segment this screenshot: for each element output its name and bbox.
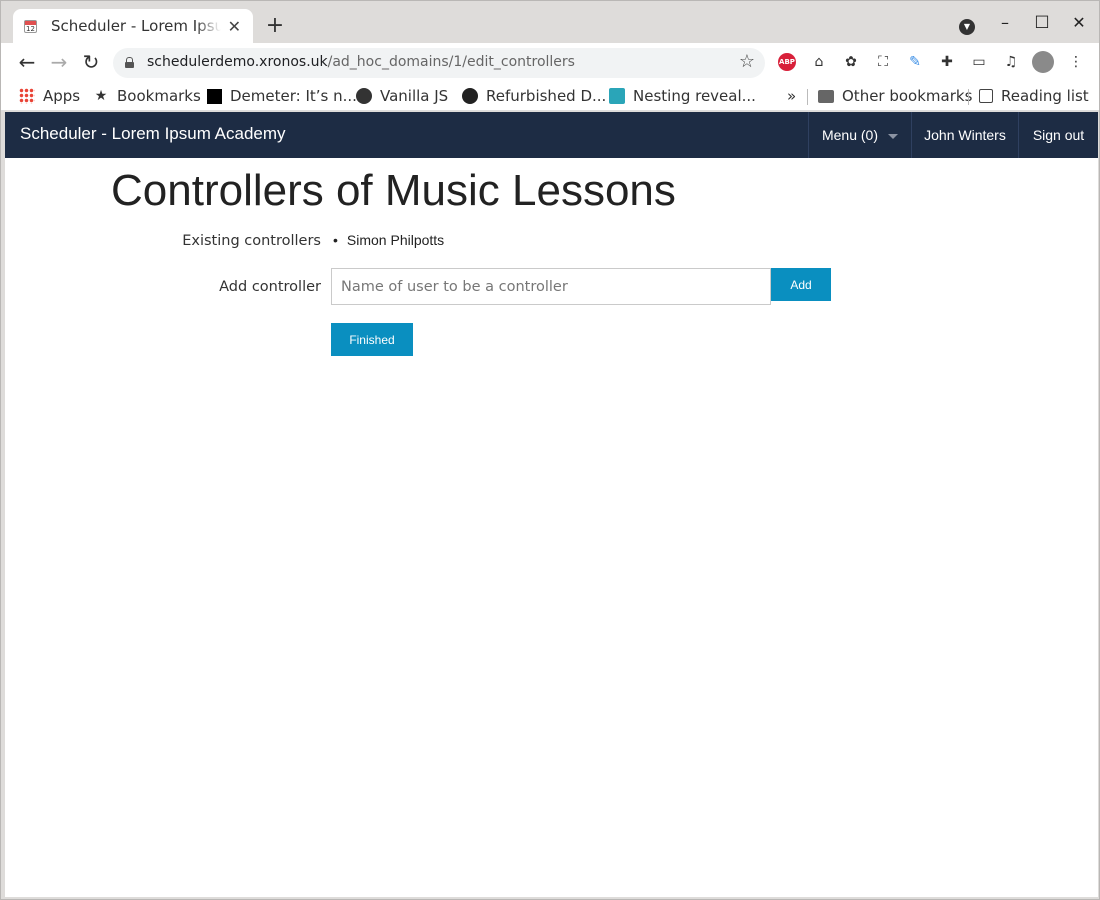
url-text: schedulerdemo.xronos.uk/ad_hoc_domains/1… xyxy=(147,54,575,70)
existing-controllers-label: Existing controllers xyxy=(182,233,321,249)
back-icon[interactable]: ← xyxy=(15,50,39,74)
maximize-icon[interactable]: □ xyxy=(1032,11,1052,30)
new-tab-icon[interactable]: + xyxy=(264,13,286,38)
browser-window: 12 Scheduler - Lorem Ipsum Academy ✕ + ▼… xyxy=(0,0,1100,900)
page-content: Scheduler - Lorem Ipsum Academy Menu (0)… xyxy=(5,112,1098,897)
bookmark-separator xyxy=(968,89,969,105)
tab-title: Scheduler - Lorem Ipsum Academy xyxy=(51,17,221,35)
address-bar[interactable]: schedulerdemo.xronos.uk/ad_hoc_domains/1… xyxy=(113,48,765,78)
sign-out-link[interactable]: Sign out xyxy=(1018,112,1098,158)
app-brand[interactable]: Scheduler - Lorem Ipsum Academy xyxy=(20,124,286,144)
reload-icon[interactable]: ↻ xyxy=(79,50,103,74)
other-bookmarks[interactable]: Other bookmarks xyxy=(818,85,972,107)
media-control-icon[interactable]: ♫ xyxy=(1002,53,1020,71)
apps-grid-icon xyxy=(19,88,35,104)
folder-icon xyxy=(818,89,834,103)
f-logo-icon xyxy=(609,88,625,104)
star-icon: ★ xyxy=(94,88,108,104)
screenshot-icon[interactable]: ⛶ xyxy=(874,53,892,71)
caret-down-icon xyxy=(888,133,899,139)
bookmark-nesting[interactable]: Nesting reveal... xyxy=(609,85,756,107)
add-controller-input[interactable] xyxy=(331,268,771,305)
tab-strip: 12 Scheduler - Lorem Ipsum Academy ✕ + ▼… xyxy=(1,1,1099,43)
add-controller-label: Add controller xyxy=(219,279,321,295)
black-square-icon xyxy=(207,88,222,104)
extension-feather-icon[interactable]: ✎ xyxy=(906,53,924,71)
bookmark-vanilla-js[interactable]: Vanilla JS xyxy=(356,85,448,107)
close-tab-icon[interactable]: ✕ xyxy=(228,17,241,36)
globe-icon xyxy=(356,88,372,104)
controller-item: Simon Philpotts xyxy=(333,232,444,248)
extensions-puzzle-icon[interactable]: ✚ xyxy=(938,53,956,71)
browser-menu-icon[interactable]: ⋮ xyxy=(1067,53,1085,71)
forward-icon[interactable]: → xyxy=(47,50,71,74)
minimize-icon[interactable]: – xyxy=(995,13,1015,32)
cast-icon[interactable]: ▭ xyxy=(970,53,988,71)
adblock-icon[interactable]: ABP xyxy=(778,53,796,71)
finished-button[interactable]: Finished xyxy=(331,323,413,356)
tab-search-icon[interactable]: ▼ xyxy=(959,19,975,35)
extension-house-icon[interactable]: ⌂ xyxy=(810,53,828,71)
app-navbar: Scheduler - Lorem Ipsum Academy Menu (0)… xyxy=(5,112,1098,158)
menu-dropdown[interactable]: Menu (0) xyxy=(808,112,911,158)
bookmark-apps[interactable]: Apps xyxy=(19,85,80,107)
bookmarks-bar: Apps ★ Bookmarks Demeter: It’s n... Vani… xyxy=(1,81,1099,111)
close-window-icon[interactable]: ✕ xyxy=(1069,13,1089,32)
page-title: Controllers of Music Lessons xyxy=(111,166,676,215)
user-link[interactable]: John Winters xyxy=(911,112,1018,158)
bookmark-bookmarks[interactable]: ★ Bookmarks xyxy=(93,85,201,107)
bookmarks-overflow-icon[interactable]: » xyxy=(787,85,796,107)
add-button[interactable]: Add xyxy=(771,268,831,301)
profile-avatar[interactable] xyxy=(1032,51,1054,73)
calendar-favicon-icon: 12 xyxy=(23,18,39,34)
reading-list[interactable]: Reading list xyxy=(979,85,1089,107)
bookmark-separator xyxy=(807,89,808,105)
browser-tab[interactable]: 12 Scheduler - Lorem Ipsum Academy ✕ xyxy=(13,9,253,43)
circle-logo-icon xyxy=(462,88,478,104)
bookmark-refurbished[interactable]: Refurbished D... xyxy=(462,85,606,107)
bookmark-demeter[interactable]: Demeter: It’s n... xyxy=(207,85,357,107)
reading-list-icon xyxy=(979,89,993,103)
bookmark-star-icon[interactable]: ☆ xyxy=(739,51,755,72)
extension-gnome-icon[interactable]: ✿ xyxy=(842,53,860,71)
lock-icon xyxy=(125,57,134,68)
controllers-list: Simon Philpotts xyxy=(333,232,444,248)
browser-toolbar: ← → ↻ schedulerdemo.xronos.uk/ad_hoc_dom… xyxy=(1,43,1099,81)
